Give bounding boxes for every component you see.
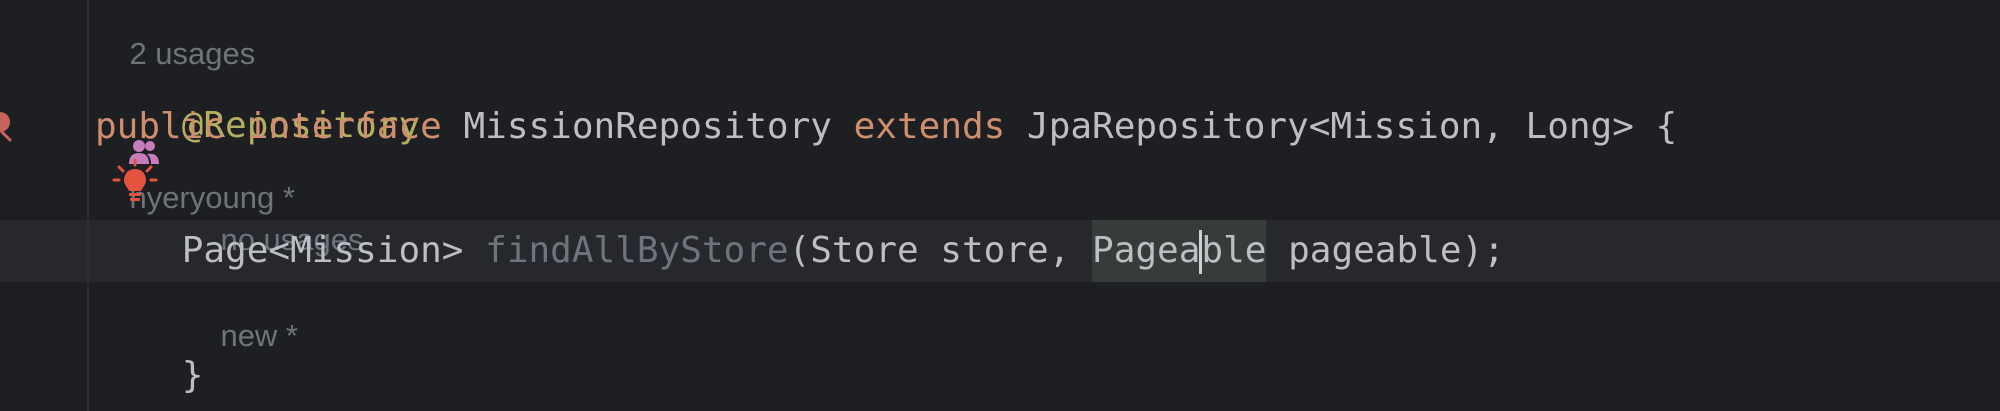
code-line-method[interactable]: Page<Mission> findAllByStore(Store store… [95, 220, 1505, 282]
code-line-closing[interactable]: } [95, 283, 204, 396]
keyword-extends: extends [853, 106, 1006, 147]
return-type: Page<Mission> [181, 230, 486, 271]
implemented-marker-icon[interactable] [0, 110, 18, 142]
class-usages-hint[interactable]: 2 usages hyeryoung * [95, 0, 295, 215]
interface-name: MissionRepository [441, 106, 854, 147]
params-suffix: pageable); [1266, 230, 1505, 271]
gutter-separator [87, 0, 89, 411]
method-status[interactable]: new * [220, 318, 298, 353]
closing-brace: } [181, 355, 204, 396]
params-prefix: (Store store, [788, 230, 1093, 271]
code-line-interface[interactable]: public interface MissionRepository exten… [95, 96, 1677, 158]
lightbulb-icon[interactable] [112, 158, 158, 204]
pageable-part-a: Pagea [1092, 230, 1201, 271]
method-usages-hint[interactable]: no usages new * [186, 168, 363, 353]
identifier-highlight: Pageable [1092, 220, 1267, 282]
pageable-part-b: ble [1201, 230, 1267, 271]
code-line-annotation[interactable]: @Repository [95, 33, 420, 146]
method-name: findAllByStore [485, 230, 789, 271]
keyword-interface: interface [246, 106, 442, 147]
supertype: JpaRepository<Mission, Long> { [1005, 106, 1678, 147]
keyword-public: public [95, 106, 226, 147]
code-editor[interactable]: 2 usages hyeryoung * @Repository public … [0, 0, 2000, 411]
